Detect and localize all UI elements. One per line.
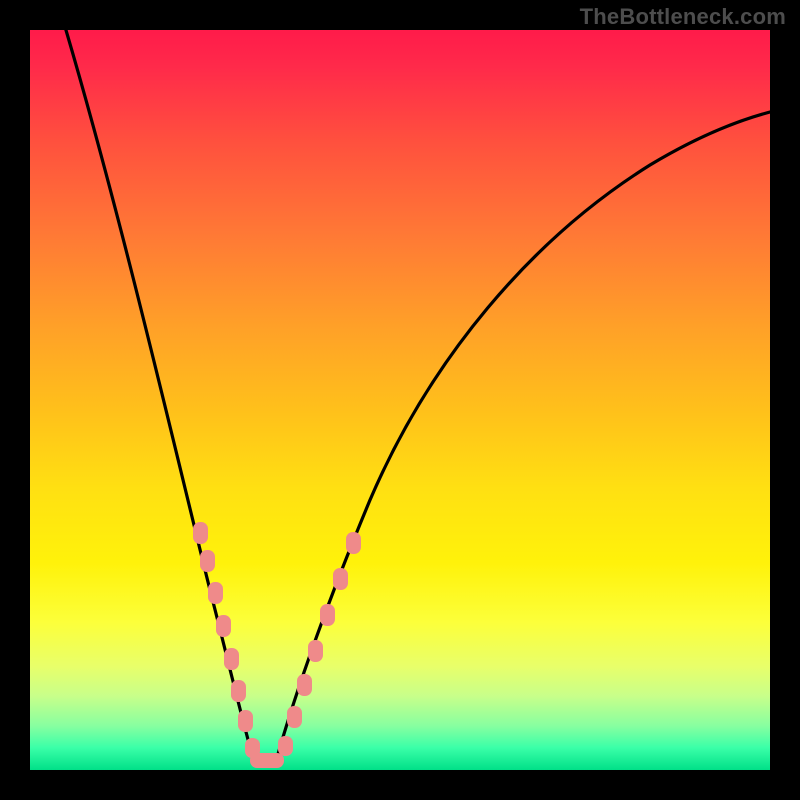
plot-area [30, 30, 770, 770]
curve-markers [193, 522, 361, 768]
chart-svg [30, 30, 770, 770]
bottleneck-curve [60, 30, 770, 765]
chart-frame: TheBottleneck.com [0, 0, 800, 800]
watermark-text: TheBottleneck.com [580, 4, 786, 30]
